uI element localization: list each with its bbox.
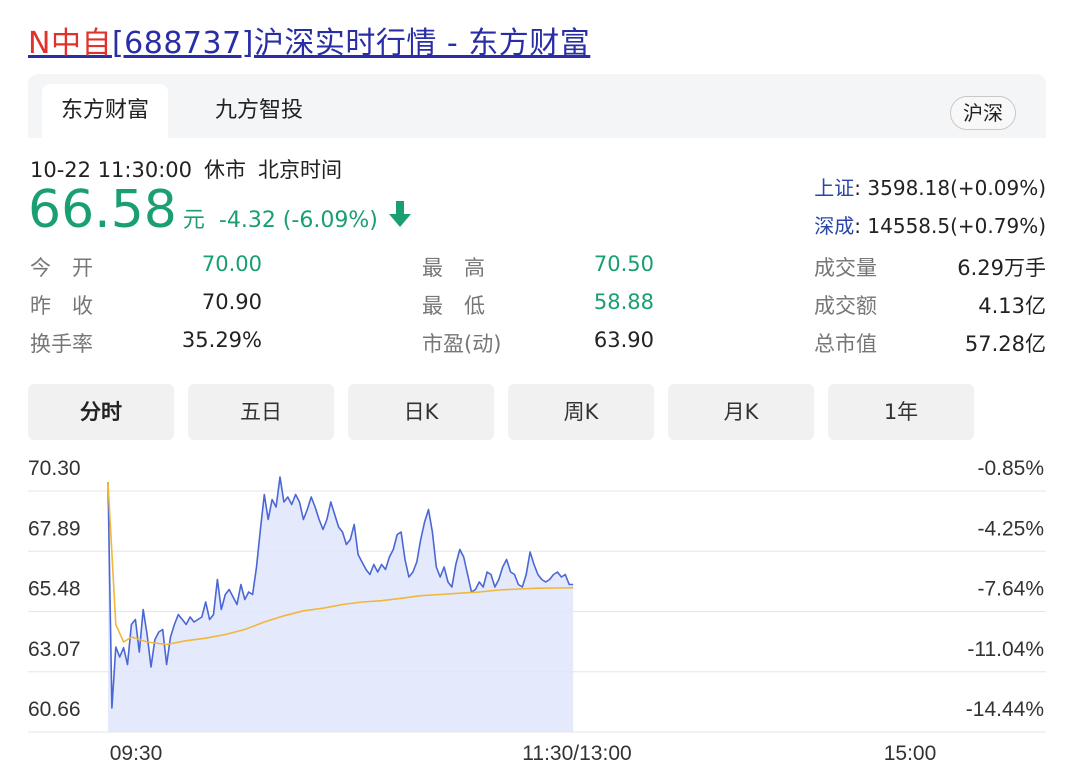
y-axis-percent-label: -14.44% xyxy=(966,698,1044,721)
price-change: -4.32 (-6.09%) xyxy=(218,208,378,233)
x-axis-time-label: 11:30/13:00 xyxy=(522,742,631,765)
index-shenzhen-name[interactable]: 深成 xyxy=(814,214,854,238)
stat-turnover-amount: 成交额 4.13亿 xyxy=(814,290,1046,320)
y-axis-percent-label: -11.04% xyxy=(967,638,1044,661)
stat-label: 昨 收 xyxy=(30,294,93,318)
intraday-chart[interactable]: 70.30 67.89 65.48 63.07 60.66 -0.85% -4.25% -7.… xyxy=(0,448,1080,782)
price-summary: 66.58 元 -4.32 (-6.09%) xyxy=(28,180,412,244)
x-axis-time-label: 15:00 xyxy=(884,742,937,765)
y-axis-price-label: 65.48 xyxy=(28,578,81,601)
stat-low: 最 低 58.88 xyxy=(422,290,654,320)
stat-value: 4.13亿 xyxy=(978,294,1046,318)
index-shanghai-value: : 3598.18(+0.09%) xyxy=(854,176,1046,200)
stat-value: 57.28亿 xyxy=(964,332,1046,356)
y-axis-percent-label: -0.85% xyxy=(977,457,1044,480)
stat-label: 总市值 xyxy=(814,332,877,356)
current-price: 66.58 xyxy=(28,180,177,240)
stat-label: 今 开 xyxy=(30,256,93,280)
period-tab-intraday[interactable]: 分时 xyxy=(28,384,174,440)
stat-value: 70.90 xyxy=(201,290,262,314)
intraday-chart-svg[interactable]: 70.30 67.89 65.48 63.07 60.66 -0.85% -4.25% -7.… xyxy=(0,448,1080,782)
page-title[interactable]: N中自[688737]沪深实时行情 - 东方财富 xyxy=(28,18,590,62)
stat-label: 成交量 xyxy=(814,256,877,280)
market-chip-hushen[interactable]: 沪深 xyxy=(950,96,1016,130)
stat-value: 35.29% xyxy=(181,328,262,352)
y-axis-price-label: 70.30 xyxy=(28,457,81,480)
stat-pe-ratio: 市盈(动) 63.90 xyxy=(422,328,654,358)
period-tab-monthly-k[interactable]: 月K xyxy=(668,384,814,440)
index-shenzhen: 深成: 14558.5(+0.79%) xyxy=(814,210,1046,239)
index-shanghai-name[interactable]: 上证 xyxy=(814,176,854,200)
y-axis-price-label: 67.89 xyxy=(28,517,81,540)
stat-value: 58.88 xyxy=(593,290,654,314)
stat-value: 63.90 xyxy=(593,328,654,352)
stat-value: 6.29万手 xyxy=(957,256,1046,280)
stat-label: 最 高 xyxy=(422,256,485,280)
timezone-label: 北京时间 xyxy=(258,158,343,182)
down-arrow-icon xyxy=(388,199,412,233)
tab-eastmoney[interactable]: 东方财富 xyxy=(42,84,168,138)
market-session-status: 休市 xyxy=(204,158,247,182)
period-tab-1year[interactable]: 1年 xyxy=(828,384,974,440)
period-tab-5day[interactable]: 五日 xyxy=(188,384,334,440)
index-shanghai: 上证: 3598.18(+0.09%) xyxy=(814,172,1046,201)
stat-market-cap: 总市值 57.28亿 xyxy=(814,328,1046,358)
stock-name-prefix[interactable]: N中自 xyxy=(28,26,112,61)
index-shenzhen-value: : 14558.5(+0.79%) xyxy=(854,214,1046,238)
stat-value: 70.00 xyxy=(201,252,262,276)
quote-datetime: 10-22 11:30:00 xyxy=(30,158,193,182)
stat-label: 成交额 xyxy=(814,294,877,318)
x-axis-time-label: 09:30 xyxy=(110,742,163,765)
stat-turnover-rate: 换手率 35.29% xyxy=(30,328,262,358)
stat-value: 70.50 xyxy=(593,252,654,276)
quote-stats-grid: 今 开 70.00 最 高 70.50 成交量 6.29万手 昨 收 70.90 最 低… xyxy=(30,252,1046,372)
y-axis-percent-label: -7.64% xyxy=(977,578,1044,601)
period-tab-daily-k[interactable]: 日K xyxy=(348,384,494,440)
source-tabs: 东方财富 九方智投 沪深 xyxy=(28,74,1046,138)
page-title-link[interactable]: N中自[688737]沪深实时行情 - 东方财富 xyxy=(28,26,590,61)
stat-label: 最 低 xyxy=(422,294,485,318)
stat-high: 最 高 70.50 xyxy=(422,252,654,282)
stock-title-rest[interactable]: [688737]沪深实时行情 - 东方财富 xyxy=(112,26,590,61)
y-axis-percent-label: -4.25% xyxy=(977,517,1044,540)
y-axis-price-label: 63.07 xyxy=(28,638,81,661)
y-axis-price-label: 60.66 xyxy=(28,698,81,721)
chart-period-tabs: 分时 五日 日K 周K 月K 1年 xyxy=(28,384,988,440)
period-tab-weekly-k[interactable]: 周K xyxy=(508,384,654,440)
stat-volume: 成交量 6.29万手 xyxy=(814,252,1046,282)
stat-open: 今 开 70.00 xyxy=(30,252,262,282)
price-unit: 元 xyxy=(182,208,205,233)
stat-label: 市盈(动) xyxy=(422,332,502,356)
tab-jiufang[interactable]: 九方智投 xyxy=(196,84,322,138)
stat-prev-close: 昨 收 70.90 xyxy=(30,290,262,320)
stat-label: 换手率 xyxy=(30,332,93,356)
